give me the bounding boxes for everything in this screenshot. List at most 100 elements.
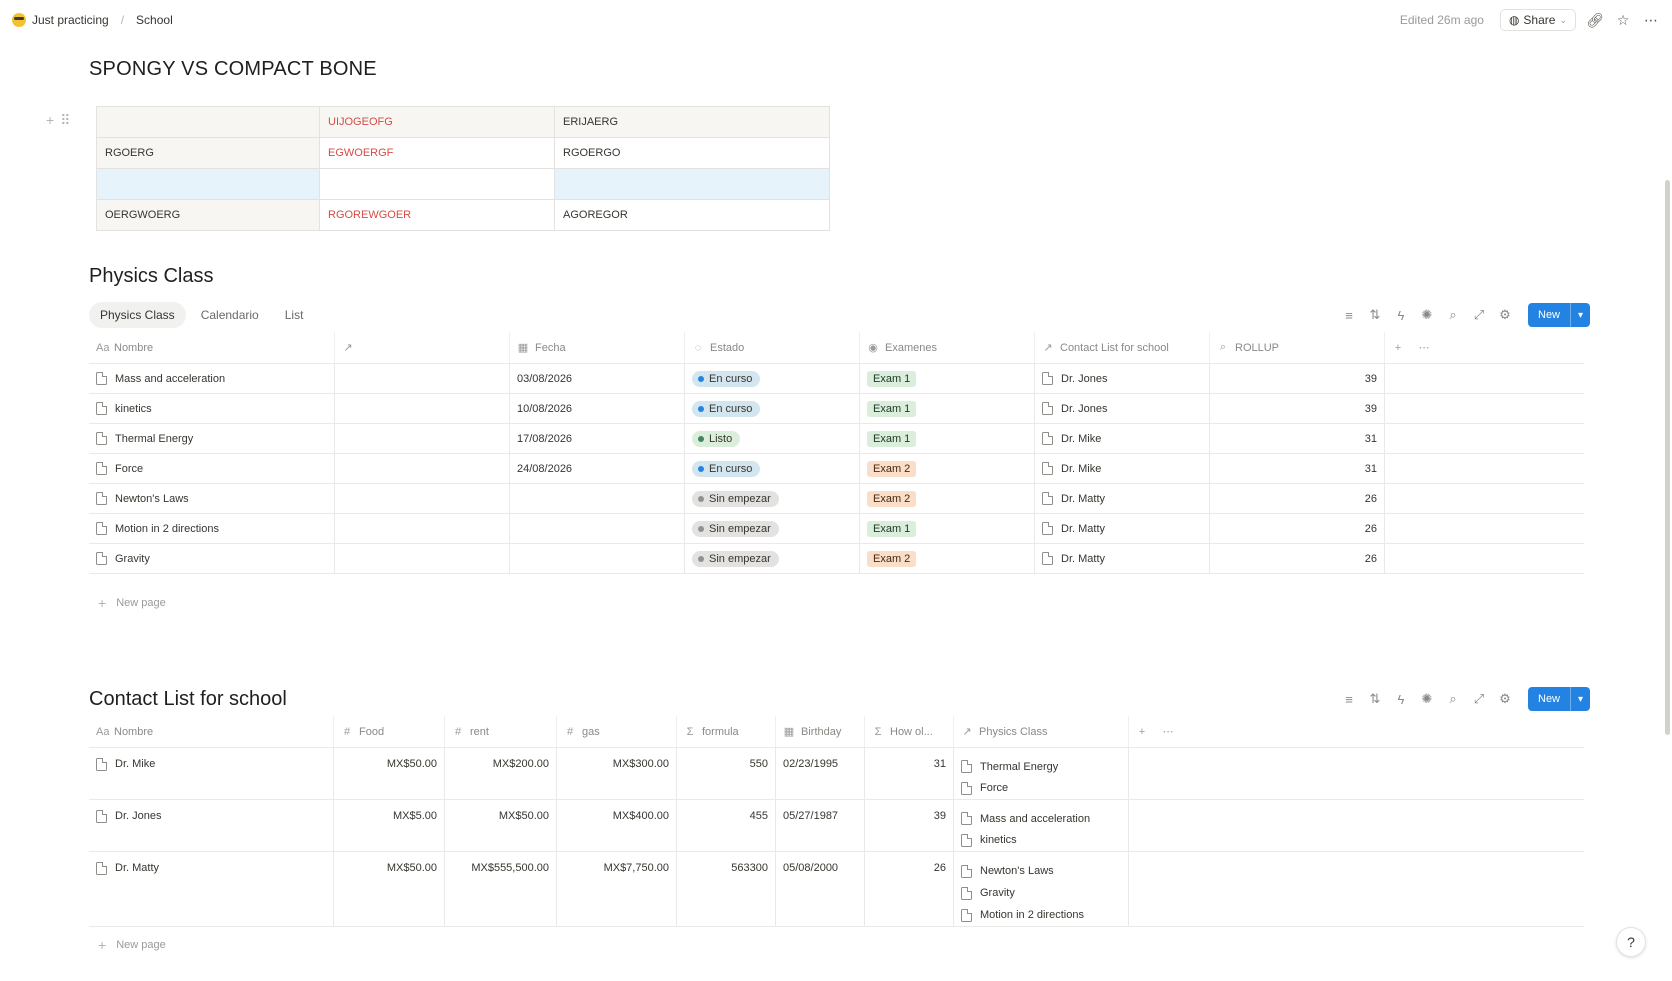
settings-icon[interactable]: ⚙: [1496, 690, 1514, 708]
expand-icon[interactable]: ⤢: [1470, 690, 1488, 708]
cell-birthday[interactable]: 05/08/2000: [776, 852, 865, 926]
row-title[interactable]: Thermal Energy: [115, 433, 193, 445]
relation-item[interactable]: Motion in 2 directions: [961, 904, 1084, 926]
cell-fecha[interactable]: 03/08/2026: [510, 364, 685, 393]
cell-fecha[interactable]: [510, 544, 685, 573]
add-column-icon[interactable]: +: [1136, 726, 1148, 738]
share-button[interactable]: ◍ Share ⌄: [1499, 9, 1576, 31]
link-icon[interactable]: 🔗︎: [1586, 11, 1604, 29]
table-cell[interactable]: UIJOGEOFG: [319, 106, 555, 138]
physics-new-page-button[interactable]: + New page: [98, 595, 166, 611]
cell-examenes[interactable]: Exam 1: [860, 364, 1035, 393]
cell-nombre[interactable]: Gravity: [89, 544, 335, 573]
row-title[interactable]: Dr. Matty: [115, 862, 159, 874]
cell-relation[interactable]: [335, 454, 510, 483]
column-header-age[interactable]: Σ How ol...: [865, 716, 954, 747]
cell-estado[interactable]: Sin empezar: [685, 484, 860, 513]
cell-examenes[interactable]: Exam 2: [860, 544, 1035, 573]
tab-physics-class[interactable]: Physics Class: [89, 302, 186, 328]
relation-item[interactable]: Newton's Laws: [961, 860, 1054, 882]
cell-physics-class[interactable]: Mass and acceleration kinetics: [954, 800, 1129, 851]
contact-link[interactable]: Dr. Matty: [1061, 523, 1105, 535]
cell-examenes[interactable]: Exam 1: [860, 424, 1035, 453]
expand-icon[interactable]: ⤢: [1470, 306, 1488, 324]
cell-examenes[interactable]: Exam 1: [860, 514, 1035, 543]
cell-physics-class[interactable]: Newton's Laws Gravity Motion in 2 directio…: [954, 852, 1129, 926]
contact-link[interactable]: Dr. Jones: [1061, 373, 1107, 385]
cell-food[interactable]: MX$50.00: [334, 852, 445, 926]
column-header-food[interactable]: # Food: [334, 716, 445, 747]
cell-contact[interactable]: Dr. Mike: [1035, 454, 1210, 483]
cell-nombre[interactable]: kinetics: [89, 394, 335, 423]
row-title[interactable]: kinetics: [115, 403, 152, 415]
more-icon[interactable]: ⋯: [1162, 725, 1174, 738]
add-column-icon[interactable]: +: [1392, 342, 1404, 354]
contact-link[interactable]: Dr. Matty: [1061, 553, 1105, 565]
relation-label[interactable]: Newton's Laws: [980, 865, 1054, 877]
cell-relation[interactable]: [335, 514, 510, 543]
cell-relation[interactable]: [335, 394, 510, 423]
cell-nombre[interactable]: Dr. Mike: [89, 748, 334, 799]
cell-relation[interactable]: [335, 484, 510, 513]
column-header-estado[interactable]: ◌ Estado: [685, 332, 860, 363]
cell-estado[interactable]: En curso: [685, 454, 860, 483]
column-header-birthday[interactable]: ▦ Birthday: [776, 716, 865, 747]
cell-nombre[interactable]: Thermal Energy: [89, 424, 335, 453]
table-cell[interactable]: OERGWOERG: [96, 199, 320, 231]
contacts-new-page-button[interactable]: + New page: [98, 937, 166, 953]
relation-label[interactable]: Gravity: [980, 887, 1015, 899]
table-cell[interactable]: ERIJAERG: [554, 106, 830, 138]
cell-examenes[interactable]: Exam 2: [860, 484, 1035, 513]
column-header-rollup[interactable]: ⌕ ROLLUP: [1210, 332, 1385, 363]
table-cell[interactable]: RGOERG: [96, 137, 320, 169]
column-header-relation[interactable]: ↗: [335, 332, 510, 363]
add-block-icon[interactable]: +: [46, 112, 54, 129]
help-button[interactable]: ?: [1616, 927, 1646, 957]
table-cell[interactable]: EGWOERGF: [319, 137, 555, 169]
table-cell[interactable]: RGOREWGOER: [319, 199, 555, 231]
relation-label[interactable]: Force: [980, 782, 1008, 794]
search-icon[interactable]: ⌕: [1444, 306, 1462, 324]
cell-estado[interactable]: Sin empezar: [685, 514, 860, 543]
column-header-nombre[interactable]: Aa Nombre: [89, 332, 335, 363]
table-cell[interactable]: [96, 106, 320, 138]
search-icon[interactable]: ⌕: [1444, 690, 1462, 708]
cell-formula[interactable]: 455: [677, 800, 776, 851]
more-icon[interactable]: ⋯: [1418, 341, 1430, 354]
column-header-formula[interactable]: Σformula: [677, 716, 776, 747]
block-handle[interactable]: + ⠿: [46, 112, 70, 129]
relation-label[interactable]: Motion in 2 directions: [980, 909, 1084, 921]
more-icon[interactable]: ⋯: [1642, 11, 1660, 29]
cell-food[interactable]: MX$5.00: [334, 800, 445, 851]
column-header-physics-class[interactable]: ↗ Physics Class: [954, 716, 1129, 747]
star-icon[interactable]: ☆: [1614, 11, 1632, 29]
cell-contact[interactable]: Dr. Matty: [1035, 514, 1210, 543]
cell-estado[interactable]: En curso: [685, 394, 860, 423]
settings-icon[interactable]: ⚙: [1496, 306, 1514, 324]
cell-nombre[interactable]: Mass and acceleration: [89, 364, 335, 393]
cell-formula[interactable]: 563300: [677, 852, 776, 926]
cell-nombre[interactable]: Dr. Matty: [89, 852, 334, 926]
cell-nombre[interactable]: Motion in 2 directions: [89, 514, 335, 543]
tab-list[interactable]: List: [274, 302, 315, 328]
cell-contact[interactable]: Dr. Jones: [1035, 364, 1210, 393]
relation-item[interactable]: Force: [961, 778, 1008, 800]
column-header-contact[interactable]: ↗ Contact List for school: [1035, 332, 1210, 363]
sort-icon[interactable]: ⇅: [1366, 306, 1384, 324]
cell-gas[interactable]: MX$400.00: [557, 800, 677, 851]
automation-icon[interactable]: ϟ: [1392, 306, 1410, 324]
relation-item[interactable]: Thermal Energy: [961, 756, 1058, 778]
chevron-down-icon[interactable]: ▾: [1570, 687, 1590, 711]
cell-fecha[interactable]: [510, 514, 685, 543]
cell-relation[interactable]: [335, 544, 510, 573]
cell-fecha[interactable]: 10/08/2026: [510, 394, 685, 423]
cell-birthday[interactable]: 05/27/1987: [776, 800, 865, 851]
cell-examenes[interactable]: Exam 1: [860, 394, 1035, 423]
relation-label[interactable]: kinetics: [980, 834, 1017, 846]
row-title[interactable]: Dr. Mike: [115, 758, 155, 770]
cell-contact[interactable]: Dr. Matty: [1035, 484, 1210, 513]
relation-item[interactable]: Gravity: [961, 882, 1015, 904]
new-button[interactable]: New ▾: [1528, 687, 1591, 711]
cell-rent[interactable]: MX$555,500.00: [445, 852, 557, 926]
tab-calendario[interactable]: Calendario: [190, 302, 270, 328]
